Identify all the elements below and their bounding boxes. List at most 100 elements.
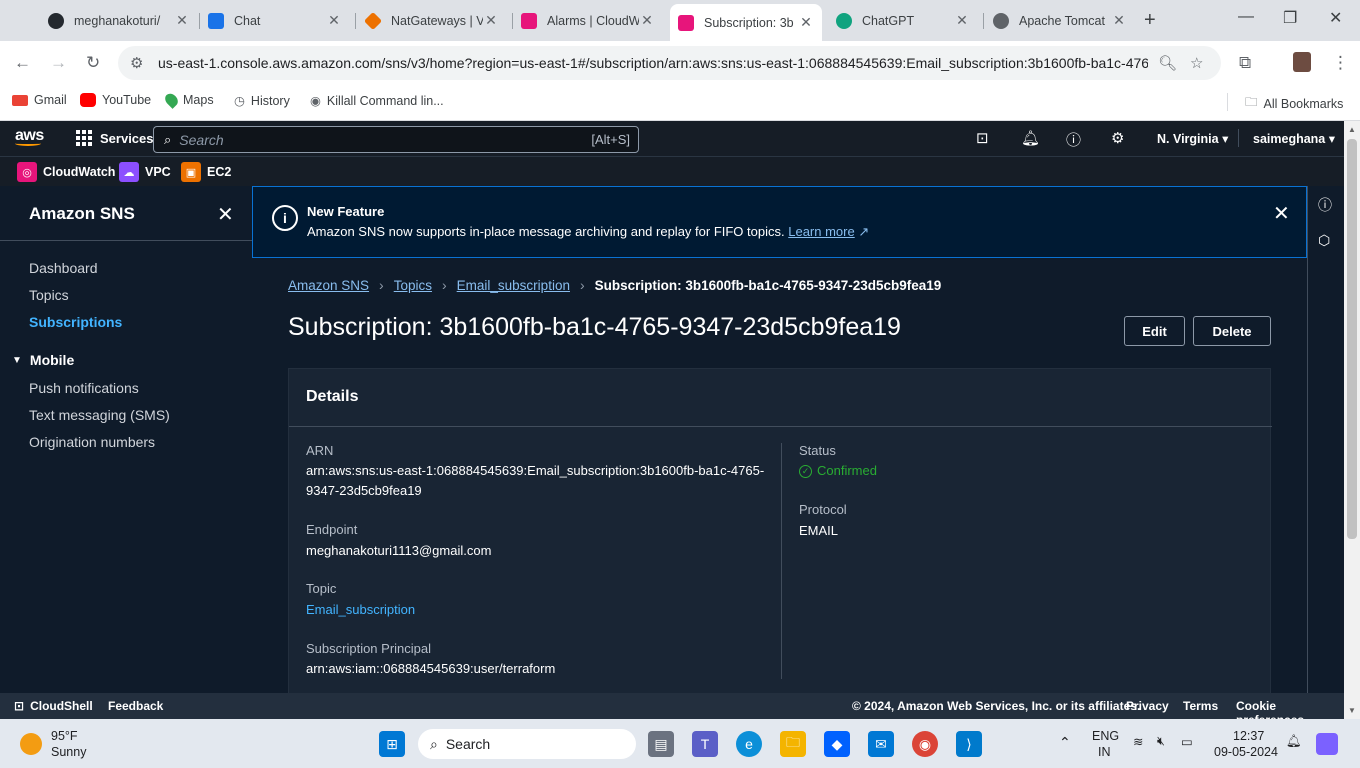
topic-link[interactable]: Email_subscription <box>306 600 415 620</box>
learn-more-link[interactable]: Learn more <box>788 224 854 239</box>
close-icon[interactable]: ✕ <box>217 202 234 227</box>
cloudshell-icon[interactable]: ⊡ <box>976 129 989 147</box>
services-menu[interactable]: Services <box>76 130 154 146</box>
edge-icon[interactable]: e <box>736 731 762 757</box>
nav-push-notifications[interactable]: Push notifications <box>29 380 139 396</box>
tab-chatgpt[interactable]: ChatGPT ✕ <box>828 7 978 34</box>
page-scrollbar[interactable]: ▲ ▼ <box>1344 121 1360 719</box>
vscode-icon[interactable]: ⟩ <box>956 731 982 757</box>
restore-icon[interactable]: ❐ <box>1283 8 1297 28</box>
wifi-icon[interactable]: ≋ <box>1133 734 1143 749</box>
battery-icon[interactable]: ▭ <box>1181 734 1193 749</box>
mail-icon[interactable]: ✉ <box>868 731 894 757</box>
edit-button[interactable]: Edit <box>1124 316 1185 346</box>
fav-vpc[interactable]: ☁ VPC <box>119 162 171 182</box>
file-explorer-icon[interactable]: 🗀 <box>780 731 806 757</box>
bookmark-youtube[interactable]: YouTube <box>80 93 151 107</box>
volume-muted-icon[interactable]: 🔇︎ <box>1157 734 1165 749</box>
aws-logo[interactable]: aws <box>15 127 44 146</box>
minimize-icon[interactable]: — <box>1238 8 1254 26</box>
forward-icon[interactable]: → <box>50 53 67 73</box>
breadcrumb-topics[interactable]: Topics <box>394 278 432 293</box>
scrollbar-thumb[interactable] <box>1347 139 1357 539</box>
topic-label: Topic <box>306 581 337 596</box>
search-input[interactable]: ⌕ Search [Alt+S] <box>153 126 639 153</box>
nav-section-mobile[interactable]: ▼ Mobile <box>12 352 74 368</box>
fav-cloudwatch[interactable]: ◎ CloudWatch <box>17 162 115 182</box>
windows-start-icon[interactable]: ⊞ <box>379 731 405 757</box>
tab-tomcat[interactable]: Apache Tomcat ✕ <box>985 7 1135 34</box>
clock-time[interactable]: 12:37 <box>1233 729 1264 743</box>
tab-natgateways[interactable]: NatGateways | V ✕ <box>357 7 507 34</box>
bookmark-history[interactable]: ◷ History <box>234 93 290 109</box>
bookmark-star-icon[interactable]: ☆ <box>1190 54 1203 72</box>
nav-dashboard[interactable]: Dashboard <box>29 260 98 276</box>
close-icon[interactable]: ✕ <box>326 12 342 29</box>
close-icon[interactable]: ✕ <box>798 14 814 31</box>
terms-link[interactable]: Terms <box>1183 699 1218 713</box>
back-icon[interactable]: ← <box>14 53 31 73</box>
privacy-link[interactable]: Privacy <box>1126 699 1169 713</box>
copilot-icon[interactable] <box>1316 733 1338 755</box>
scroll-up-icon[interactable]: ▲ <box>1348 125 1356 134</box>
protocol-value: EMAIL <box>799 523 839 538</box>
chrome-icon[interactable]: ◉ <box>912 731 938 757</box>
close-icon[interactable]: ✕ <box>954 12 970 29</box>
close-icon[interactable]: ✕ <box>1273 201 1290 226</box>
chevron-right-icon: › <box>441 277 447 293</box>
close-icon[interactable]: ✕ <box>639 12 655 29</box>
info-icon[interactable]: ⓘ <box>1318 195 1332 215</box>
region-selector[interactable]: N. Virginia ▾ <box>1157 131 1228 146</box>
nav-subscriptions[interactable]: Subscriptions <box>29 314 122 330</box>
bell-icon[interactable]: 🔔︎ <box>1021 129 1040 147</box>
close-window-icon[interactable]: ✕ <box>1329 8 1342 28</box>
feedback-link[interactable]: Feedback <box>108 699 163 713</box>
breadcrumb-sns[interactable]: Amazon SNS <box>288 278 369 293</box>
all-bookmarks[interactable]: 🗀 All Bookmarks <box>1245 93 1343 114</box>
gear-icon[interactable]: ⚙ <box>1111 129 1124 147</box>
nav-origination-numbers[interactable]: Origination numbers <box>29 434 155 450</box>
breadcrumb-topic[interactable]: Email_subscription <box>457 278 570 293</box>
copyright: © 2024, Amazon Web Services, Inc. or its… <box>852 699 1141 713</box>
settings-hex-icon[interactable]: ⬡ <box>1318 232 1330 249</box>
site-info-icon[interactable]: ⚙ <box>130 54 143 72</box>
chevron-up-icon[interactable]: ⌃ <box>1059 734 1071 751</box>
close-icon[interactable]: ✕ <box>174 12 190 29</box>
fav-ec2[interactable]: ▣ EC2 <box>181 162 231 182</box>
taskbar-search[interactable]: ⌕ Search <box>418 729 636 759</box>
bookmark-maps[interactable]: Maps <box>162 91 214 109</box>
language-code[interactable]: ENG <box>1092 729 1119 743</box>
cloudshell-button[interactable]: ⊡ CloudShell <box>14 699 93 713</box>
notifications-icon[interactable]: 🔔︎ <box>1286 734 1302 749</box>
tab-alarms[interactable]: Alarms | CloudW ✕ <box>513 7 663 34</box>
endpoint-label: Endpoint <box>306 522 358 537</box>
scroll-down-icon[interactable]: ▼ <box>1348 706 1356 715</box>
delete-button[interactable]: Delete <box>1193 316 1271 346</box>
task-view-icon[interactable]: ▤ <box>648 731 674 757</box>
weather-sun-icon[interactable] <box>20 733 42 755</box>
profile-avatar[interactable] <box>1293 52 1311 72</box>
address-bar[interactable]: ⚙ us-east-1.console.aws.amazon.com/sns/v… <box>118 46 1221 80</box>
teams-icon[interactable]: T <box>692 731 718 757</box>
tab-github[interactable]: meghanakoturi/ ✕ <box>40 7 198 34</box>
weather-temp: 95°F <box>51 729 78 743</box>
new-tab-button[interactable]: + <box>1144 9 1156 32</box>
favorites-bar: ◎ CloudWatch ☁ VPC ▣ EC2 <box>0 156 1344 186</box>
nav-topics[interactable]: Topics <box>29 287 69 303</box>
zoom-search-icon[interactable]: 🔍︎ <box>1158 54 1177 72</box>
sidenav-title[interactable]: Amazon SNS <box>29 204 135 224</box>
reload-icon[interactable]: ↻ <box>86 53 100 73</box>
close-icon[interactable]: ✕ <box>1111 12 1127 29</box>
bookmark-gmail[interactable]: Gmail <box>12 93 67 107</box>
tab-subscription[interactable]: Subscription: 3b ✕ <box>670 4 822 41</box>
close-icon[interactable]: ✕ <box>483 12 499 29</box>
help-icon[interactable]: ⓘ <box>1066 129 1081 150</box>
dropbox-icon[interactable]: ◆ <box>824 731 850 757</box>
nav-text-messaging[interactable]: Text messaging (SMS) <box>29 407 170 423</box>
bookmark-killall[interactable]: ◉ Killall Command lin... <box>310 93 444 109</box>
cloudwatch-icon <box>521 12 537 29</box>
menu-icon[interactable]: ⋮ <box>1332 53 1349 73</box>
account-menu[interactable]: saimeghana ▾ <box>1253 131 1335 146</box>
extensions-icon[interactable]: ⧉ <box>1239 53 1251 73</box>
tab-chat[interactable]: Chat ✕ <box>200 7 350 34</box>
